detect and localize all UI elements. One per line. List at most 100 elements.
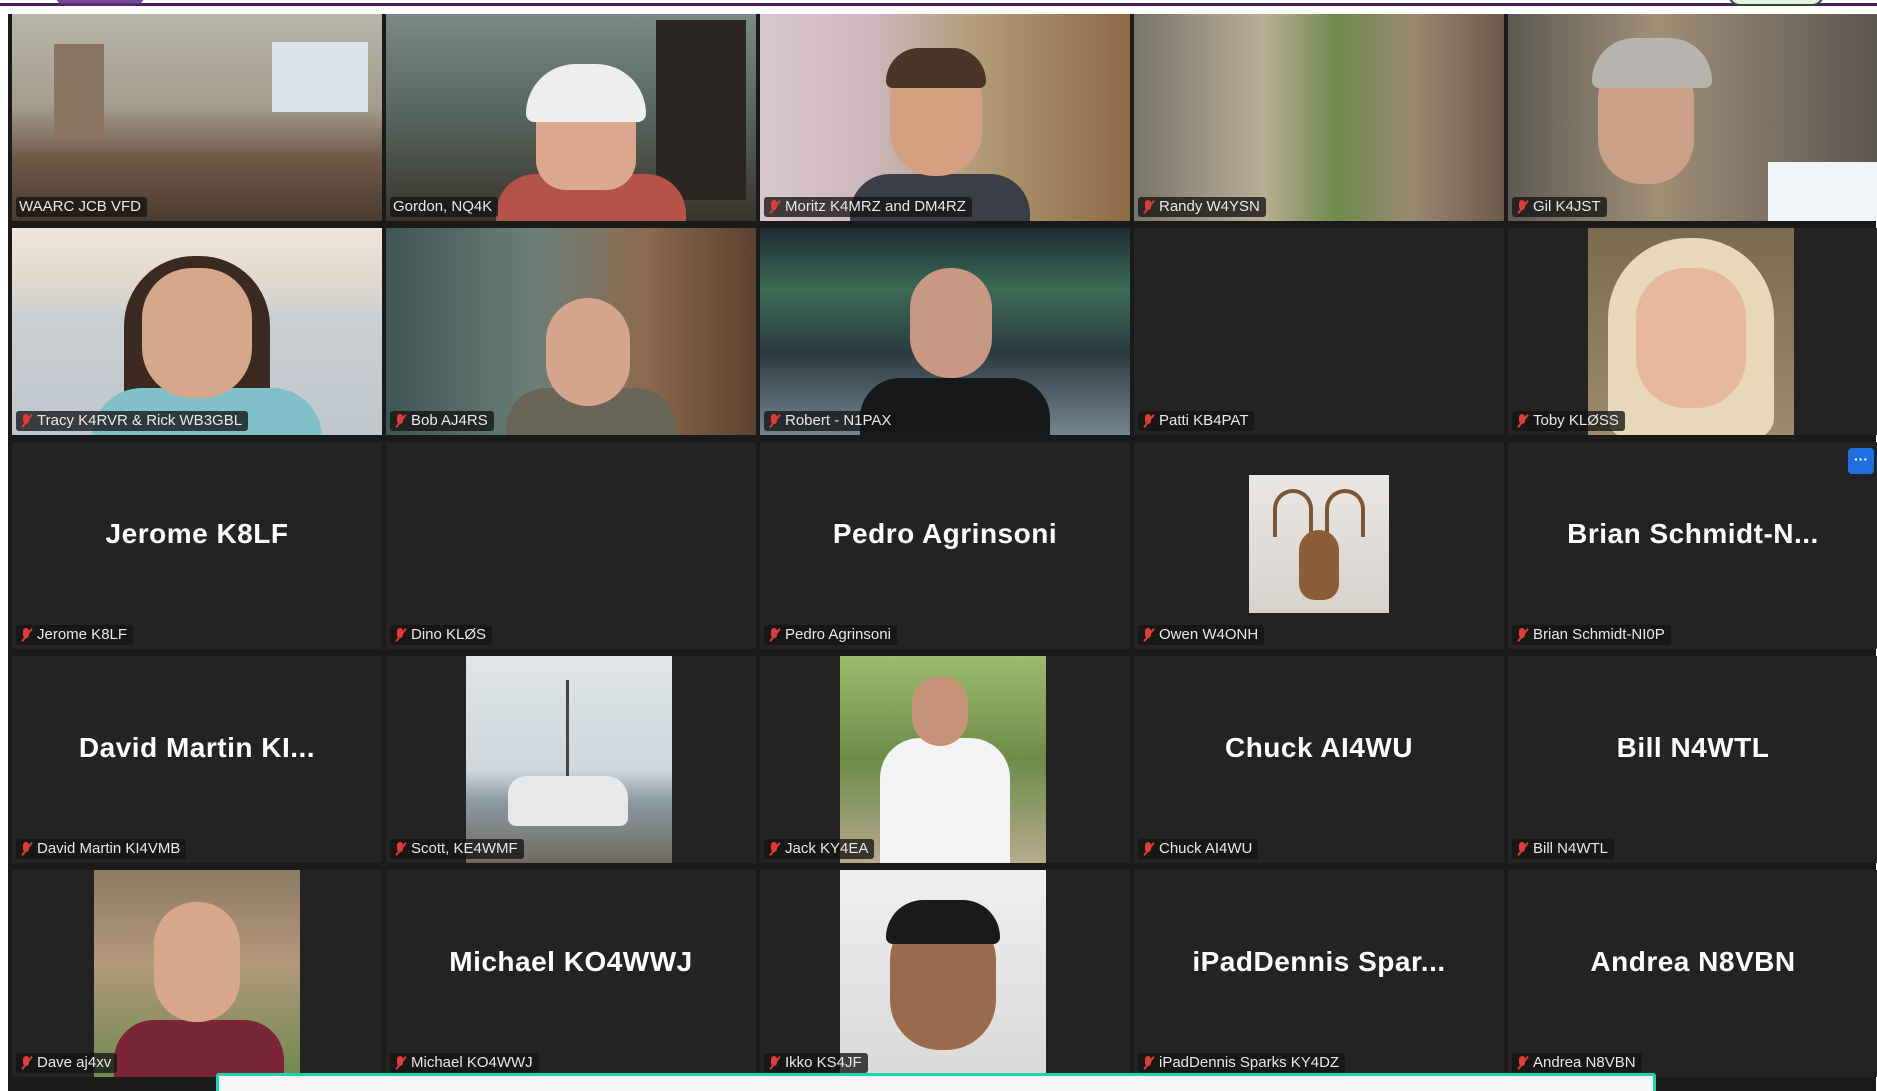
video-tile[interactable]: Jerome K8LF Jerome K8LF xyxy=(12,442,382,649)
name-tag: Dave aj4xv xyxy=(16,1053,118,1073)
mic-muted-icon xyxy=(19,841,33,857)
video-tile[interactable]: Brian Schmidt-N... ··· Brian Schmidt-NI0… xyxy=(1508,442,1877,649)
video-tile[interactable]: Andrea N8VBN Andrea N8VBN xyxy=(1508,870,1877,1077)
video-tile[interactable]: Michael KO4WWJ Michael KO4WWJ xyxy=(386,870,756,1077)
video-tile[interactable]: iPadDennis Spar... iPadDennis Sparks KY4… xyxy=(1134,870,1504,1077)
name-tag: Toby KLØSS xyxy=(1512,411,1625,431)
name-tag: Andrea N8VBN xyxy=(1512,1053,1642,1073)
video-tile[interactable]: Ikko KS4JF xyxy=(760,870,1130,1077)
mic-muted-icon xyxy=(393,413,407,429)
participant-name: Andrea N8VBN xyxy=(1533,1054,1636,1071)
mic-muted-icon xyxy=(767,413,781,429)
participant-name: Jack KY4EA xyxy=(785,840,869,857)
mic-muted-icon xyxy=(19,1055,33,1071)
participant-display-name: Michael KO4WWJ xyxy=(449,945,693,977)
participant-name: Gordon, NQ4K xyxy=(393,198,493,215)
name-tag: Bill N4WTL xyxy=(1512,839,1615,859)
video-tile[interactable]: Robert - N1PAX xyxy=(760,228,1130,435)
participant-name: Bob AJ4RS xyxy=(411,412,488,429)
name-tag: Jerome K8LF xyxy=(16,625,134,645)
video-tile[interactable]: Jack KY4EA xyxy=(760,656,1130,863)
name-tag: David Martin KI4VMB xyxy=(16,839,187,859)
top-banner xyxy=(0,0,1877,12)
participant-video xyxy=(12,14,382,221)
participant-display-name: Pedro Agrinsoni xyxy=(832,517,1058,549)
name-tag: Michael KO4WWJ xyxy=(390,1053,539,1073)
profile-picture xyxy=(1249,475,1389,613)
mic-muted-icon xyxy=(1141,413,1155,429)
participant-name: Scott, KE4WMF xyxy=(411,840,518,857)
participant-name: Dave aj4xv xyxy=(37,1054,112,1071)
name-tag: iPadDennis Sparks KY4DZ xyxy=(1138,1053,1346,1073)
video-tile[interactable]: Tracy K4RVR & Rick WB3GBL xyxy=(12,228,382,435)
participant-name: Chuck AI4WU xyxy=(1159,840,1253,857)
video-tile[interactable]: Scott, KE4WMF xyxy=(386,656,756,863)
mic-muted-icon xyxy=(1141,199,1155,215)
mic-muted-icon xyxy=(767,1055,781,1071)
participant-name: Brian Schmidt-NI0P xyxy=(1533,626,1665,643)
mic-muted-icon xyxy=(1141,627,1155,643)
mic-muted-icon xyxy=(767,841,781,857)
participant-display-name: iPadDennis Spar... xyxy=(1192,945,1446,977)
video-tile[interactable]: Pedro Agrinsoni Pedro Agrinsoni xyxy=(760,442,1130,649)
mic-muted-icon xyxy=(1141,1055,1155,1071)
participant-video xyxy=(1588,228,1794,435)
video-tile[interactable]: WAARC JCB VFD xyxy=(12,14,382,221)
name-tag: Chuck AI4WU xyxy=(1138,839,1259,859)
mic-muted-icon xyxy=(393,1055,407,1071)
name-tag: Randy W4YSN xyxy=(1138,197,1266,217)
mic-muted-icon xyxy=(767,627,781,643)
video-tile[interactable]: Randy W4YSN xyxy=(1134,14,1504,221)
video-tile[interactable]: Dave aj4xv xyxy=(12,870,382,1077)
video-tile[interactable]: Chuck AI4WU Chuck AI4WU xyxy=(1134,656,1504,863)
name-tag: Ikko KS4JF xyxy=(764,1053,868,1073)
name-tag: Gil K4JST xyxy=(1512,197,1607,217)
participant-name: Ikko KS4JF xyxy=(785,1054,862,1071)
mic-muted-icon xyxy=(1515,627,1529,643)
video-tile[interactable]: Gil K4JST xyxy=(1508,14,1877,221)
participant-video xyxy=(1508,14,1877,221)
name-tag: Patti KB4PAT xyxy=(1138,411,1255,431)
participant-video xyxy=(12,228,382,435)
mic-muted-icon xyxy=(1141,841,1155,857)
participant-name: Bill N4WTL xyxy=(1533,840,1609,857)
name-tag: Pedro Agrinsoni xyxy=(764,625,897,645)
participant-name: Tracy K4RVR & Rick WB3GBL xyxy=(37,412,243,429)
video-tile[interactable]: Toby KLØSS xyxy=(1508,228,1877,435)
name-tag: Owen W4ONH xyxy=(1138,625,1265,645)
video-tile[interactable]: Bill N4WTL Bill N4WTL xyxy=(1508,656,1877,863)
video-tile[interactable]: Bob AJ4RS xyxy=(386,228,756,435)
club-logo-right xyxy=(1728,0,1824,6)
name-tag: Brian Schmidt-NI0P xyxy=(1512,625,1671,645)
participant-display-name: David Martin KI... xyxy=(78,731,316,763)
video-tile[interactable]: Dino KLØS xyxy=(386,442,756,649)
name-tag: Dino KLØS xyxy=(390,625,493,645)
participant-name: Owen W4ONH xyxy=(1159,626,1259,643)
video-tile[interactable]: Moritz K4MRZ and DM4RZ xyxy=(760,14,1130,221)
name-tag: WAARC JCB VFD xyxy=(16,197,147,217)
profile-picture xyxy=(840,870,1046,1077)
name-tag: Bob AJ4RS xyxy=(390,411,494,431)
mic-muted-icon xyxy=(1515,1055,1529,1071)
video-tile[interactable]: Patti KB4PAT xyxy=(1134,228,1504,435)
participant-video xyxy=(1134,14,1504,221)
chat-input-bar[interactable] xyxy=(216,1073,1656,1091)
club-logo-left xyxy=(55,0,145,6)
profile-picture xyxy=(466,656,672,863)
participant-display-name: Andrea N8VBN xyxy=(1590,945,1796,977)
name-tag: Scott, KE4WMF xyxy=(390,839,524,859)
participant-display-name: Bill N4WTL xyxy=(1616,731,1770,763)
video-tile-active-speaker[interactable]: Gordon, NQ4K xyxy=(386,14,756,221)
name-tag: Jack KY4EA xyxy=(764,839,875,859)
mic-muted-icon xyxy=(1515,413,1529,429)
profile-picture xyxy=(94,870,300,1077)
name-tag: Moritz K4MRZ and DM4RZ xyxy=(764,197,972,217)
participant-name: David Martin KI4VMB xyxy=(37,840,181,857)
more-options-button[interactable]: ··· xyxy=(1848,448,1874,474)
participant-name: Toby KLØSS xyxy=(1533,412,1619,429)
video-tile[interactable]: David Martin KI... David Martin KI4VMB xyxy=(12,656,382,863)
video-tile[interactable]: Owen W4ONH xyxy=(1134,442,1504,649)
participant-video xyxy=(386,14,756,221)
name-tag: Robert - N1PAX xyxy=(764,411,898,431)
participant-display-name: Chuck AI4WU xyxy=(1224,731,1414,763)
